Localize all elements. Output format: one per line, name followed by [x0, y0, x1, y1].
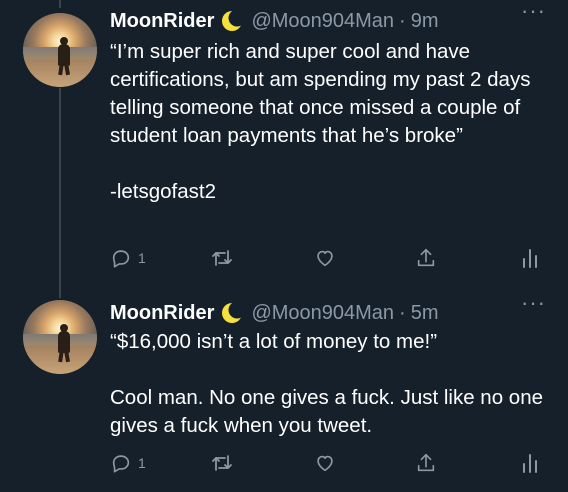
share-icon — [415, 246, 437, 270]
tweet-text: “$16,000 isn’t a lot of money to me!” Co… — [110, 328, 550, 440]
retweet-button[interactable] — [210, 450, 240, 476]
retweet-icon — [210, 452, 234, 474]
tweet-header: MoonRider @Moon904Man · 9m — [110, 6, 439, 36]
reply-icon — [110, 452, 132, 474]
tweet-actions: 1 — [110, 450, 550, 476]
tweet-timestamp[interactable]: 5m — [411, 302, 439, 325]
tweet[interactable]: MoonRider @Moon904Man · 5m ··· “$16,000 … — [0, 292, 568, 492]
more-options-icon[interactable]: ··· — [521, 0, 546, 22]
like-button[interactable] — [314, 245, 342, 271]
share-button[interactable] — [415, 450, 437, 476]
tweet-header: MoonRider @Moon904Man · 5m — [110, 298, 439, 328]
analytics-icon — [520, 451, 540, 475]
tweet[interactable]: MoonRider @Moon904Man · 9m ··· “I’m supe… — [0, 0, 568, 290]
reply-button[interactable]: 1 — [110, 450, 146, 476]
tweet-paragraph: Cool man. No one gives a fuck. Just like… — [110, 386, 549, 437]
retweet-icon — [210, 247, 234, 269]
reply-icon — [110, 247, 132, 269]
header-separator: · — [399, 9, 406, 32]
tweet-paragraph: “I’m super rich and super cool and have … — [110, 40, 542, 147]
heart-icon — [314, 247, 336, 269]
heart-icon — [314, 452, 336, 474]
tweet-actions: 1 — [110, 245, 550, 271]
reply-count: 1 — [138, 455, 146, 471]
like-button[interactable] — [314, 450, 342, 476]
reply-button[interactable]: 1 — [110, 245, 146, 271]
retweet-button[interactable] — [210, 245, 240, 271]
share-icon — [415, 451, 437, 475]
share-button[interactable] — [415, 245, 437, 271]
header-separator: · — [399, 301, 406, 324]
avatar[interactable] — [23, 300, 97, 374]
crescent-moon-icon — [221, 301, 246, 324]
analytics-button[interactable] — [520, 450, 540, 476]
tweet-timestamp[interactable]: 9m — [411, 10, 439, 33]
crescent-moon-icon — [221, 9, 246, 32]
analytics-icon — [520, 246, 540, 270]
tweet-text: “I’m super rich and super cool and have … — [110, 38, 550, 206]
author-name[interactable]: MoonRider — [110, 10, 214, 33]
author-handle[interactable]: @Moon904Man — [251, 10, 394, 33]
avatar[interactable] — [23, 13, 97, 87]
tweet-paragraph: -letsgofast2 — [110, 180, 216, 203]
reply-count: 1 — [138, 250, 146, 266]
analytics-button[interactable] — [520, 245, 540, 271]
more-options-icon[interactable]: ··· — [521, 292, 546, 314]
tweet-paragraph: “$16,000 isn’t a lot of money to me!” — [110, 330, 438, 353]
author-name[interactable]: MoonRider — [110, 302, 214, 325]
author-handle[interactable]: @Moon904Man — [251, 302, 394, 325]
